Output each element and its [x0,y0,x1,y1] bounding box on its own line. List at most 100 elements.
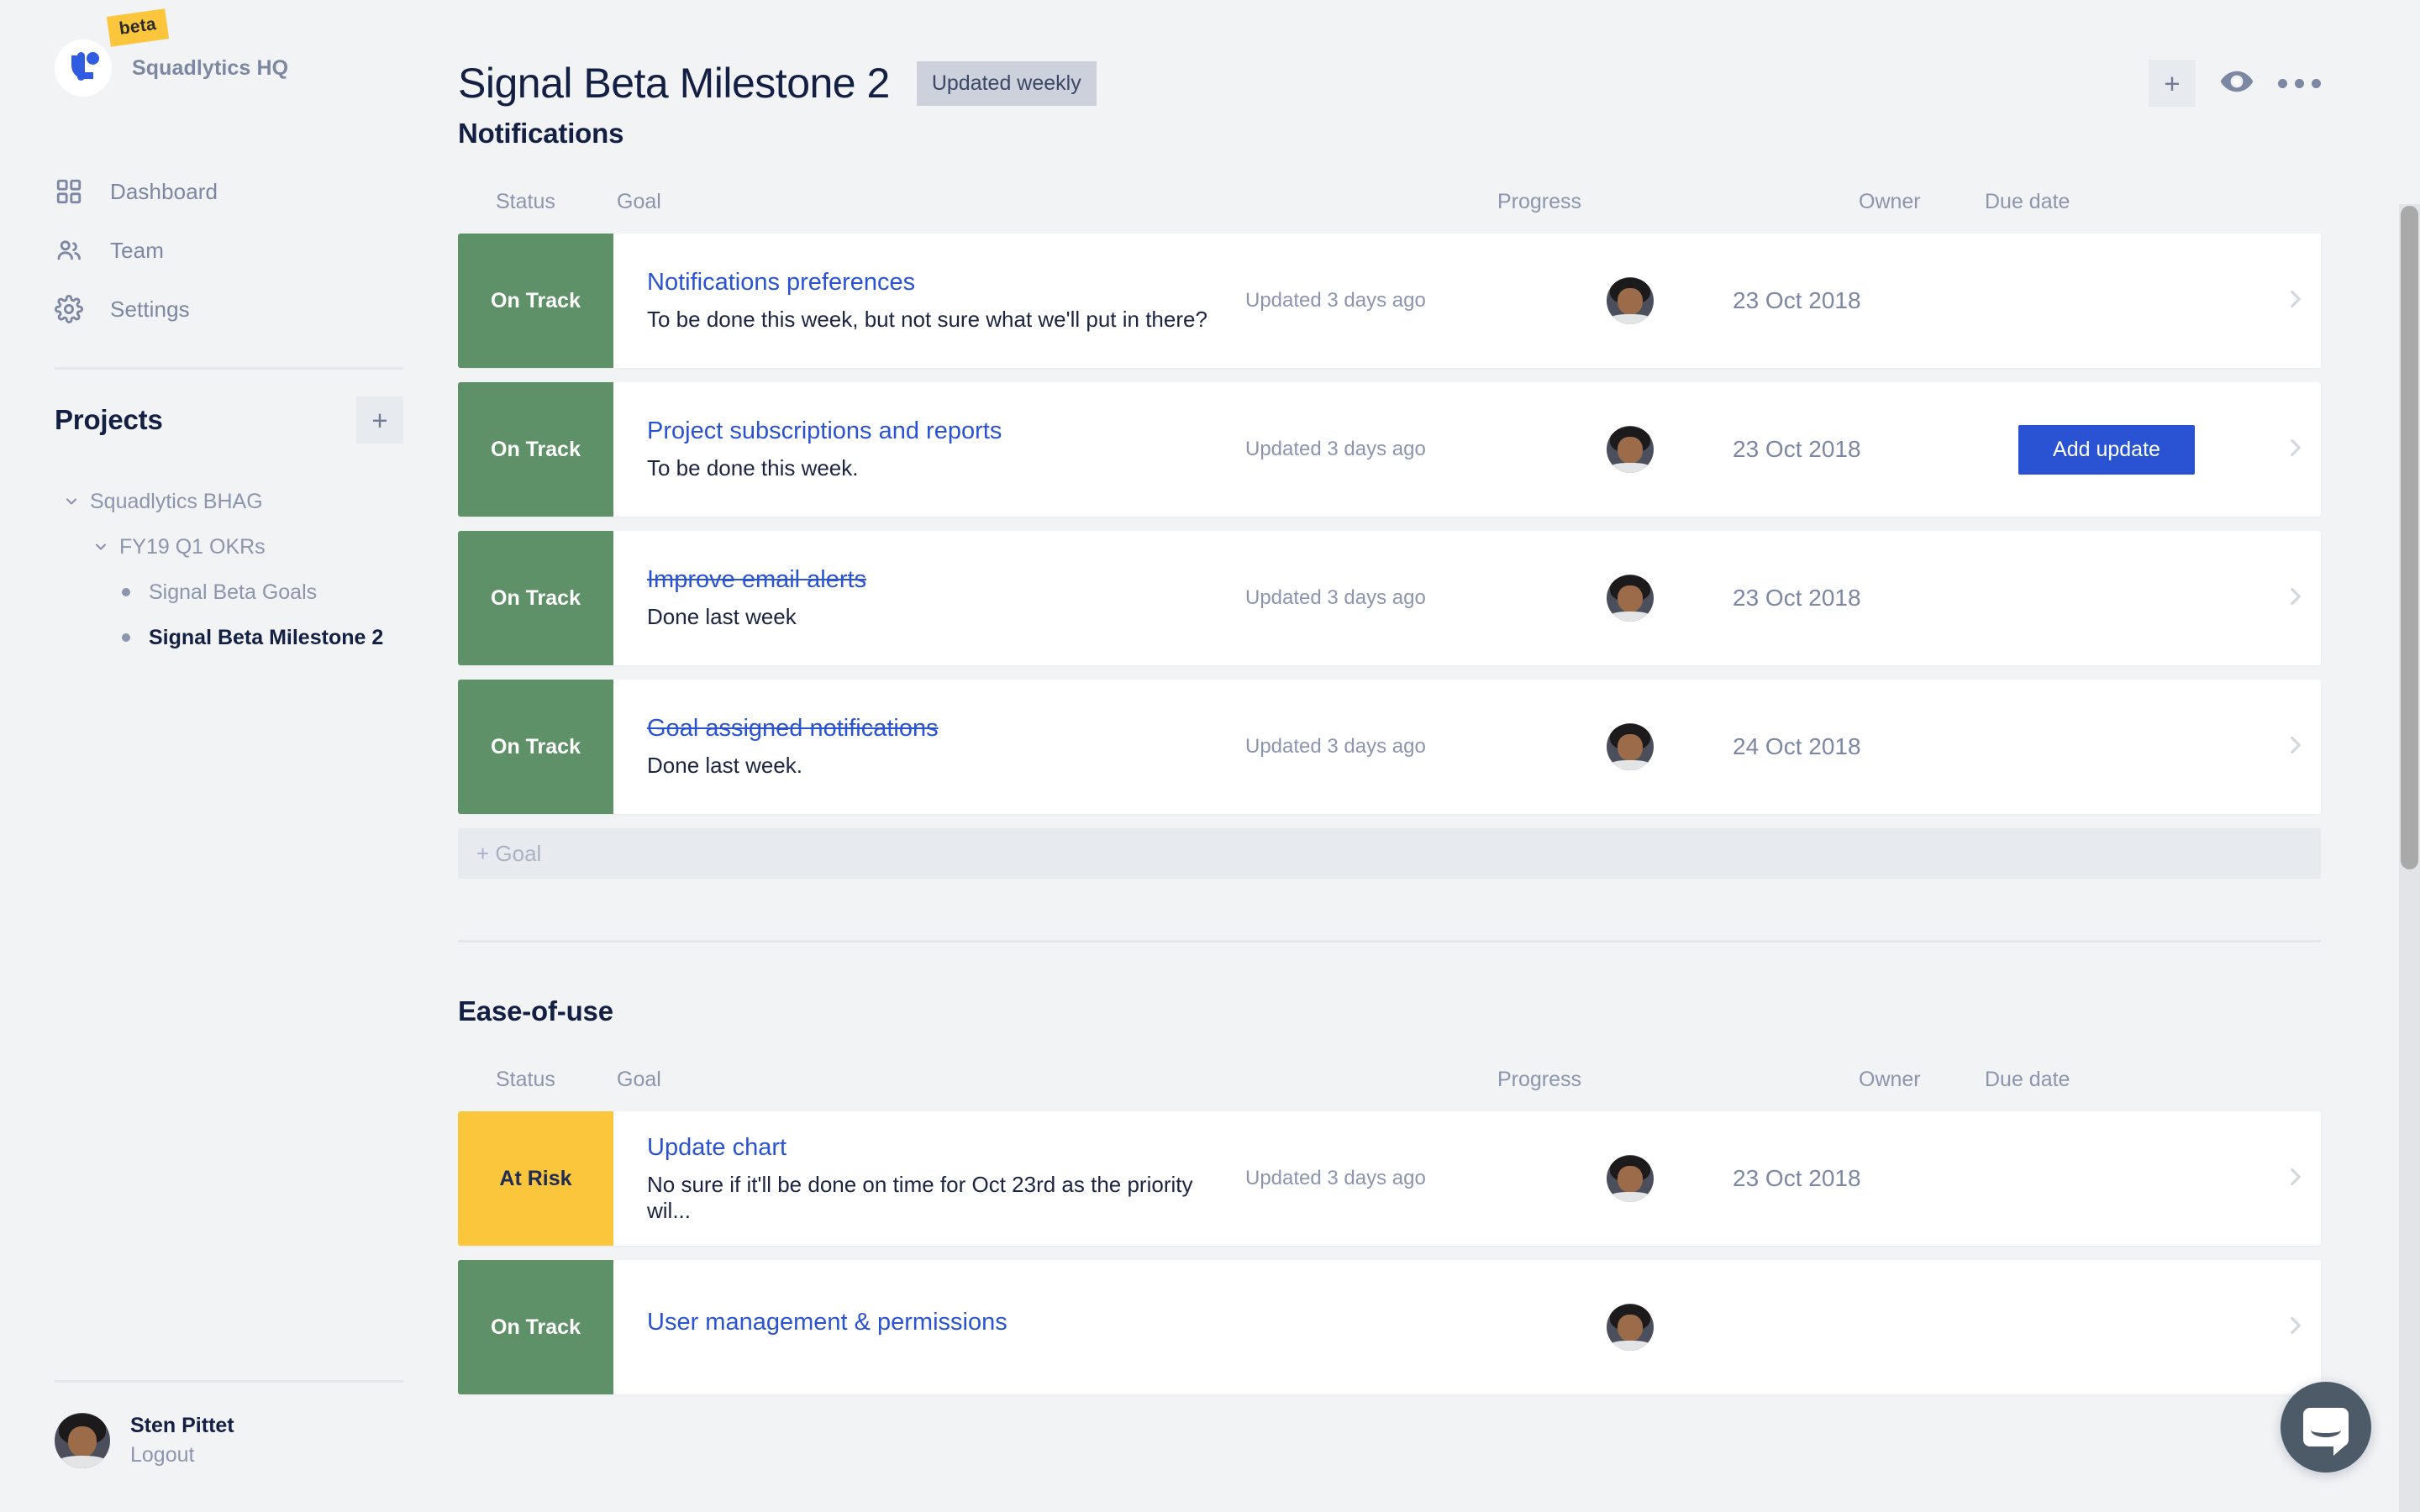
table-row[interactable]: On Track Improve email alerts Done last … [458,531,2321,665]
user-row[interactable]: Sten Pittet Logout [55,1413,403,1468]
owner-cell[interactable] [1607,1111,1733,1246]
progress-text: Updated 3 days ago [1245,586,1426,609]
chevron-right-icon [2281,1311,2310,1344]
row-expand-button[interactable] [2270,234,2321,368]
header-actions: + [2149,60,2321,107]
goal-title-link[interactable]: Update chart [647,1134,1228,1162]
row-action-cell [2018,680,2270,814]
row-expand-button[interactable] [2270,531,2321,665]
progress-text: Updated 3 days ago [1245,735,1426,758]
column-header-progress: Progress [1497,1067,1582,1091]
table-row[interactable]: On Track User management & permissions [458,1260,2321,1394]
logout-link[interactable]: Logout [130,1443,234,1467]
sidebar-item-settings[interactable]: Settings [55,280,403,339]
goal-cell: Notifications preferences To be done thi… [613,234,1245,368]
row-action-cell [2018,531,2270,665]
status-badge: At Risk [458,1111,613,1246]
chevron-right-icon [2281,1163,2310,1195]
avatar [1607,575,1654,622]
page-title: Signal Beta Milestone 2 [458,60,890,107]
projects-title: Projects [55,404,163,435]
status-badge: On Track [458,680,613,814]
goal-title-link[interactable]: Goal assigned notifications [647,715,1228,743]
tree-item-label: Squadlytics BHAG [90,489,263,513]
column-header-goal: Goal [617,1067,661,1091]
goal-cell: Update chart No sure if it'll be done on… [613,1111,1245,1246]
goal-cell: Improve email alerts Done last week [613,531,1245,665]
add-goal-button[interactable]: + Goal [458,828,2321,879]
column-header-owner: Owner [1859,1067,1921,1091]
row-action-cell: Add update [2018,382,2270,517]
owner-cell[interactable] [1607,382,1733,517]
app-root: beta Squadlytics HQ Dashboard Team Setti… [0,0,2420,1512]
goal-title-link[interactable]: Notifications preferences [647,269,1228,297]
chevron-down-icon[interactable] [63,493,85,510]
progress-text [1245,1260,1607,1394]
goal-cell: Goal assigned notifications Done last we… [613,680,1245,814]
avatar [1607,723,1654,770]
row-expand-button[interactable] [2270,382,2321,517]
row-expand-button[interactable] [2270,1111,2321,1246]
table-row[interactable]: On Track Notifications preferences To be… [458,234,2321,368]
owner-cell[interactable] [1607,531,1733,665]
due-date-text: 24 Oct 2018 [1733,733,1861,759]
column-header-owner: Owner [1859,189,1921,213]
goal-cell: Project subscriptions and reports To be … [613,382,1245,517]
bullet-icon [122,633,144,642]
tree-item-fy19-q1-okrs[interactable]: FY19 Q1 OKRs [55,524,403,570]
tree-item-label: FY19 Q1 OKRs [119,534,266,559]
brand[interactable]: beta Squadlytics HQ [55,0,403,97]
sidebar-item-label: Team [110,237,164,263]
add-button[interactable]: + [2149,60,2196,107]
chat-bubble-icon [2303,1408,2349,1456]
goal-subtitle: No sure if it'll be done on time for Oct… [647,1171,1193,1223]
tree-item-signal-beta-milestone-2[interactable]: Signal Beta Milestone 2 [55,615,403,660]
column-header-due-date: Due date [1985,1067,2070,1091]
table-row[interactable]: At Risk Update chart No sure if it'll be… [458,1111,2321,1246]
status-badge: On Track [458,1260,613,1394]
row-expand-button[interactable] [2270,680,2321,814]
main-content: Signal Beta Milestone 2 Updated weekly + [458,0,2420,1512]
scrollbar-track[interactable] [2399,204,2420,1512]
due-date-text: 23 Oct 2018 [1733,436,1861,462]
ellipsis-icon [2278,78,2287,88]
status-badge: On Track [458,234,613,368]
add-project-button[interactable]: + [356,396,403,444]
watch-button[interactable] [2219,64,2254,103]
due-date-text: 23 Oct 2018 [1733,585,1861,611]
table-row[interactable]: On Track Project subscriptions and repor… [458,382,2321,517]
sidebar-item-dashboard[interactable]: Dashboard [55,162,403,221]
plus-icon: + [371,404,388,436]
column-header-due-date: Due date [1985,189,2070,213]
goal-title-link[interactable]: User management & permissions [647,1309,1228,1336]
goal-subtitle: Done last week. [647,753,802,778]
tree-item-signal-beta-goals[interactable]: Signal Beta Goals [55,570,403,615]
table-row[interactable]: On Track Goal assigned notifications Don… [458,680,2321,814]
progress-text: Updated 3 days ago [1245,1167,1426,1189]
scrollbar-thumb[interactable] [2401,206,2418,869]
due-date-text [1733,1260,2018,1394]
goal-title-link[interactable]: Improve email alerts [647,566,1228,594]
row-expand-button[interactable] [2270,1260,2321,1394]
avatar [1607,277,1654,324]
more-button[interactable] [2278,78,2321,88]
owner-cell[interactable] [1607,234,1733,368]
gear-icon [55,295,93,323]
goal-subtitle: To be done this week. [647,455,859,480]
sidebar-item-team[interactable]: Team [55,221,403,280]
sidebar-divider [55,367,403,370]
chevron-down-icon[interactable] [92,538,114,555]
owner-cell[interactable] [1607,1260,1733,1394]
goal-title-link[interactable]: Project subscriptions and reports [647,417,1228,445]
column-header-status: Status [496,1067,555,1091]
plus-icon: + [2164,67,2181,99]
chevron-right-icon [2281,582,2310,615]
chat-launcher-button[interactable] [2281,1382,2371,1473]
tree-item-squadlytics-bhag[interactable]: Squadlytics BHAG [55,479,403,524]
people-icon [55,236,93,265]
status-badge: Updated weekly [916,60,1097,106]
owner-cell[interactable] [1607,680,1733,814]
add-update-button[interactable]: Add update [2018,424,2195,475]
user-name: Sten Pittet [130,1414,234,1437]
squadlytics-logo-icon [55,39,112,97]
